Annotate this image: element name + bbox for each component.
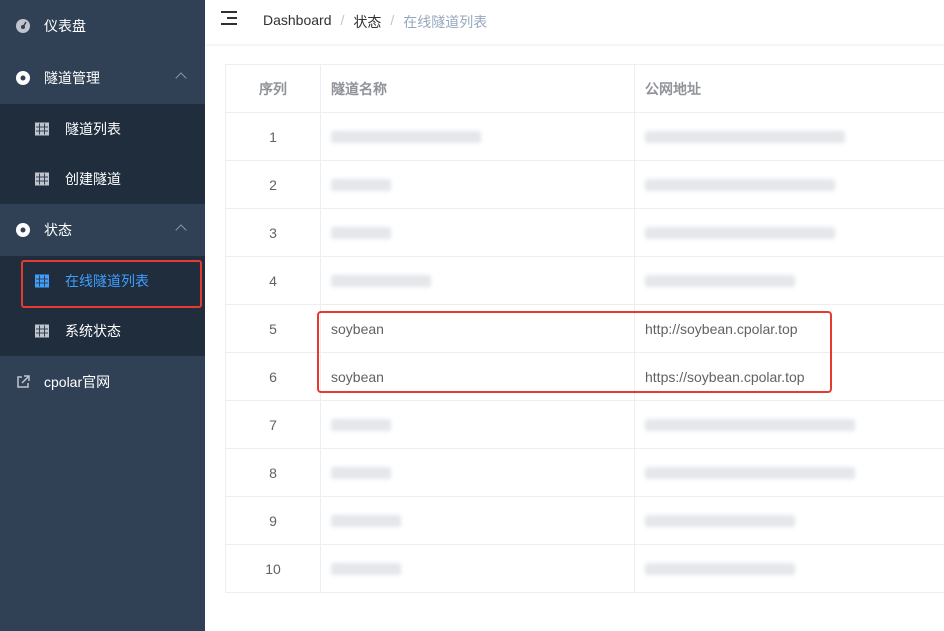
cell-public-url [635,449,944,496]
table-row: 9 [226,497,944,545]
redacted-text [331,418,391,431]
sidebar: 仪表盘 隧道管理 隧道列表 创建隧道 状态 在线隧道列表 系统状态 cpolar… [0,0,205,631]
header-index: 序列 [226,65,321,112]
cell-tunnel-name: soybean [321,305,635,352]
cell-public-url: http://soybean.cpolar.top [645,320,798,337]
cell-index: 3 [226,209,321,256]
table-row: 10 [226,545,944,593]
cell-tunnel-name [321,401,635,448]
breadcrumb-home[interactable]: Dashboard [263,12,332,32]
table-row: 7 [226,401,944,449]
redacted-text [331,514,401,527]
table-row: 2 [226,161,944,209]
sidebar-item-label: 状态 [44,222,72,238]
cell-public-url [635,497,944,544]
tunnel-table: 序列 隧道名称 公网地址 1 2 3 4 5 soybean http://soybean.… [225,64,944,593]
sidebar-item-label: 在线隧道列表 [65,273,149,289]
submenu-tunnel-management: 隧道列表 创建隧道 [0,104,205,204]
top-navbar: Dashboard / 状态 / 在线隧道列表 [205,0,944,44]
header-name: 隧道名称 [321,65,635,112]
table-row: 5 soybean http://soybean.cpolar.top [226,305,944,353]
external-link-icon [15,374,31,390]
sidebar-item-label: 隧道管理 [44,70,100,86]
sidebar-item-label: 创建隧道 [65,171,121,187]
sidebar-item-tunnel-management[interactable]: 隧道管理 [0,52,205,104]
table-row: 1 [226,113,944,161]
cell-tunnel-name [321,209,635,256]
redacted-text [645,466,855,479]
redacted-text [645,274,795,287]
redacted-text [645,418,855,431]
cell-tunnel-name [321,545,635,592]
redacted-text [331,562,401,575]
compass-icon [15,70,31,86]
redacted-text [645,562,795,575]
cell-index: 8 [226,449,321,496]
cell-index: 1 [226,113,321,160]
cell-index: 2 [226,161,321,208]
table-header-row: 序列 隧道名称 公网地址 [226,65,944,113]
sidebar-item-label: 系统状态 [65,323,121,339]
grid-icon [35,274,49,288]
compass-icon [15,222,31,238]
sidebar-item-label: cpolar官网 [44,374,111,390]
cell-index: 4 [226,257,321,304]
table-row: 3 [226,209,944,257]
grid-icon [35,172,49,186]
breadcrumb-separator: / [340,12,345,28]
sidebar-item-status[interactable]: 状态 [0,204,205,256]
cell-public-url [635,161,944,208]
breadcrumb: Dashboard / 状态 / 在线隧道列表 [263,12,487,32]
sidebar-item-create-tunnel[interactable]: 创建隧道 [0,154,205,204]
cell-tunnel-name [321,257,635,304]
cell-tunnel-name [321,161,635,208]
cell-index: 9 [226,497,321,544]
chevron-up-icon [175,224,187,236]
cell-tunnel-name: soybean [321,353,635,400]
sidebar-item-online-tunnels[interactable]: 在线隧道列表 [0,256,205,306]
table-row: 6 soybean https://soybean.cpolar.top [226,353,944,401]
sidebar-item-tunnel-list[interactable]: 隧道列表 [0,104,205,154]
chevron-up-icon [175,72,187,84]
cell-tunnel-name [321,449,635,496]
sidebar-item-website[interactable]: cpolar官网 [0,356,205,408]
cell-public-url [635,401,944,448]
table-row: 8 [226,449,944,497]
table-row: 4 [226,257,944,305]
redacted-text [645,130,845,143]
redacted-text [331,274,431,287]
submenu-status: 在线隧道列表 系统状态 [0,256,205,356]
sidebar-item-system-status[interactable]: 系统状态 [0,306,205,356]
cell-tunnel-name [321,113,635,160]
header-url: 公网地址 [645,80,701,97]
sidebar-item-label: 仪表盘 [44,18,86,34]
breadcrumb-separator: / [390,12,395,28]
cell-index: 5 [226,305,321,352]
sidebar-item-label: 隧道列表 [65,121,121,137]
redacted-text [331,466,391,479]
breadcrumb-section: 状态 [353,14,382,30]
hamburger-icon[interactable] [221,11,239,27]
dashboard-icon [15,18,31,34]
redacted-text [645,178,835,191]
cell-public-url [635,545,944,592]
cell-public-url: https://soybean.cpolar.top [645,368,805,385]
cell-tunnel-name [321,497,635,544]
redacted-text [645,226,835,239]
sidebar-item-dashboard[interactable]: 仪表盘 [0,0,205,52]
cell-public-url [635,209,944,256]
redacted-text [331,178,391,191]
grid-icon [35,324,49,338]
cell-public-url [635,257,944,304]
redacted-text [645,514,795,527]
cell-index: 6 [226,353,321,400]
redacted-text [331,130,481,143]
cell-public-url [635,113,944,160]
cell-index: 10 [226,545,321,592]
redacted-text [331,226,391,239]
grid-icon [35,122,49,136]
breadcrumb-current: 在线隧道列表 [403,14,488,30]
cell-index: 7 [226,401,321,448]
